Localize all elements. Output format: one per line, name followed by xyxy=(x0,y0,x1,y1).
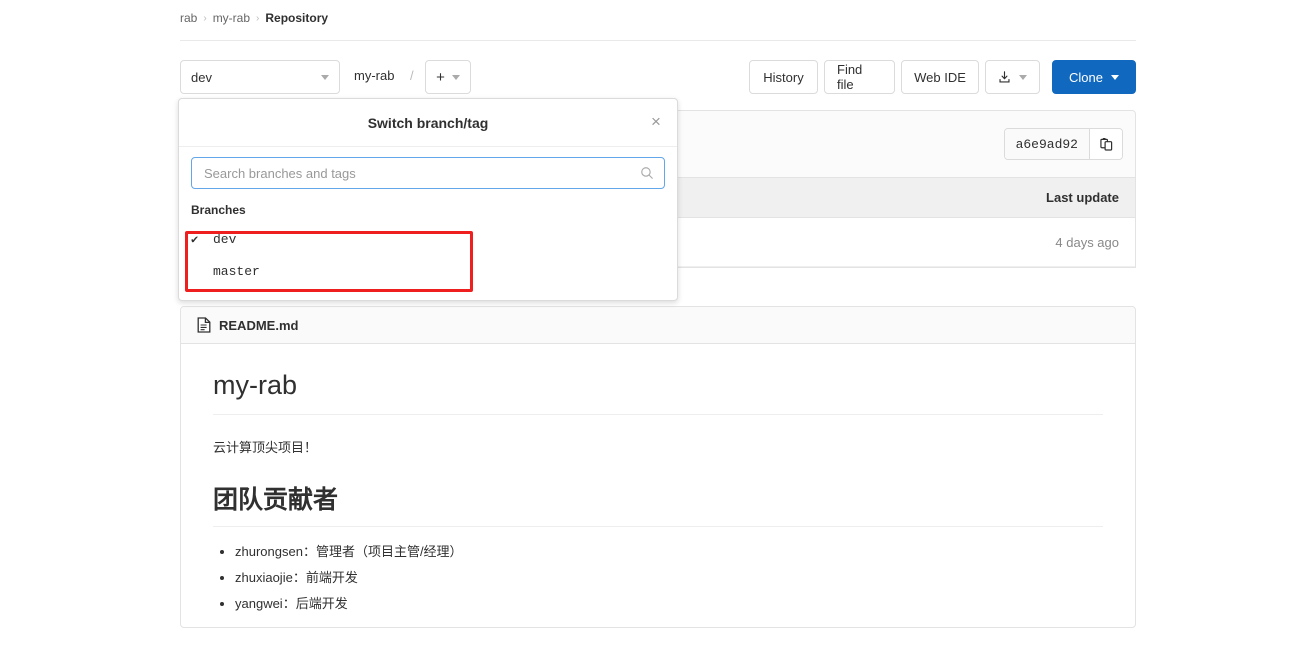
close-icon[interactable]: × xyxy=(647,113,665,131)
chevron-down-icon xyxy=(1019,74,1027,80)
breadcrumb-item-project[interactable]: my-rab xyxy=(213,11,250,25)
chevron-down-icon xyxy=(1110,74,1119,80)
commit-sha-value[interactable]: a6e9ad92 xyxy=(1004,129,1089,159)
plus-icon: + xyxy=(436,68,445,86)
contributors-list: zhurongsen：管理者（项目主管/经理） zhuxiaojie：前端开发 … xyxy=(213,543,1103,614)
repository-page: rab › my-rab › Repository dev my-rab / +… xyxy=(0,0,1315,655)
download-icon xyxy=(999,70,1010,83)
switch-branch-tag-dropdown: Switch branch/tag × Branches ✔ dev ✔ mas… xyxy=(178,98,678,301)
commit-sha-group: a6e9ad92 xyxy=(1003,128,1123,160)
breadcrumb-separator-icon: › xyxy=(203,12,207,24)
path-root-label[interactable]: my-rab xyxy=(354,68,394,83)
breadcrumb-item-group[interactable]: rab xyxy=(180,11,197,25)
web-ide-button[interactable]: Web IDE xyxy=(901,60,979,94)
breadcrumb-separator-icon: › xyxy=(256,12,260,24)
branches-section-label: Branches xyxy=(191,203,246,217)
chevron-down-icon xyxy=(321,74,329,80)
search-field[interactable] xyxy=(191,157,665,189)
download-button[interactable] xyxy=(985,60,1040,94)
dropdown-title: Switch branch/tag xyxy=(367,114,489,131)
check-icon-placeholder: ✔ xyxy=(191,264,203,279)
web-ide-button-label: Web IDE xyxy=(914,69,966,85)
readme-subtitle: 团队贡献者 xyxy=(213,480,1103,527)
branch-item-dev[interactable]: ✔ dev xyxy=(179,223,677,255)
find-file-button-label: Find file xyxy=(837,62,863,92)
branch-selector-label: dev xyxy=(191,69,212,85)
readme-body: my-rab 云计算顶尖项目！ 团队贡献者 zhurongsen：管理者（项目主… xyxy=(181,344,1135,614)
check-icon: ✔ xyxy=(191,232,199,247)
readme-filename[interactable]: README.md xyxy=(219,318,298,333)
breadcrumb: rab › my-rab › Repository xyxy=(180,11,328,25)
readme-title: my-rab xyxy=(213,370,1103,415)
copy-sha-button[interactable] xyxy=(1089,129,1122,159)
file-last-update-cell: 4 days ago xyxy=(1055,234,1119,250)
add-to-tree-button[interactable]: + xyxy=(425,60,471,94)
search-icon xyxy=(641,167,653,179)
search-input[interactable] xyxy=(202,164,640,182)
chevron-down-icon xyxy=(451,74,460,80)
readme-card: README.md my-rab 云计算顶尖项目！ 团队贡献者 zhurongs… xyxy=(180,306,1136,628)
branch-selector-button[interactable]: dev xyxy=(180,60,340,94)
list-item: yangwei：后端开发 xyxy=(235,595,1103,613)
branch-item-label: master xyxy=(213,263,260,279)
clone-button-label: Clone xyxy=(1069,69,1103,85)
clipboard-copy-icon xyxy=(1099,137,1112,151)
files-table-col-last-update: Last update xyxy=(1046,190,1119,205)
readme-paragraph: 云计算顶尖项目！ xyxy=(213,440,318,455)
document-icon xyxy=(197,317,211,333)
readme-header: README.md xyxy=(181,307,1135,344)
history-button[interactable]: History xyxy=(749,60,818,94)
path-separator: / xyxy=(410,68,414,83)
history-button-label: History xyxy=(763,69,804,85)
repository-toolbar: dev my-rab / + History Find file Web IDE… xyxy=(180,60,1136,94)
clone-button[interactable]: Clone xyxy=(1052,60,1136,94)
list-item: zhurongsen：管理者（项目主管/经理） xyxy=(235,543,1103,561)
dropdown-search-wrap xyxy=(179,147,677,189)
branch-item-label: dev xyxy=(213,231,237,247)
breadcrumb-item-repository[interactable]: Repository xyxy=(265,11,328,25)
find-file-button[interactable]: Find file xyxy=(824,60,895,94)
branches-list: ✔ dev ✔ master xyxy=(179,223,677,287)
branch-item-master[interactable]: ✔ master xyxy=(179,255,677,287)
list-item: zhuxiaojie：前端开发 xyxy=(235,569,1103,587)
breadcrumb-divider xyxy=(180,40,1136,41)
dropdown-header: Switch branch/tag × xyxy=(179,99,677,147)
